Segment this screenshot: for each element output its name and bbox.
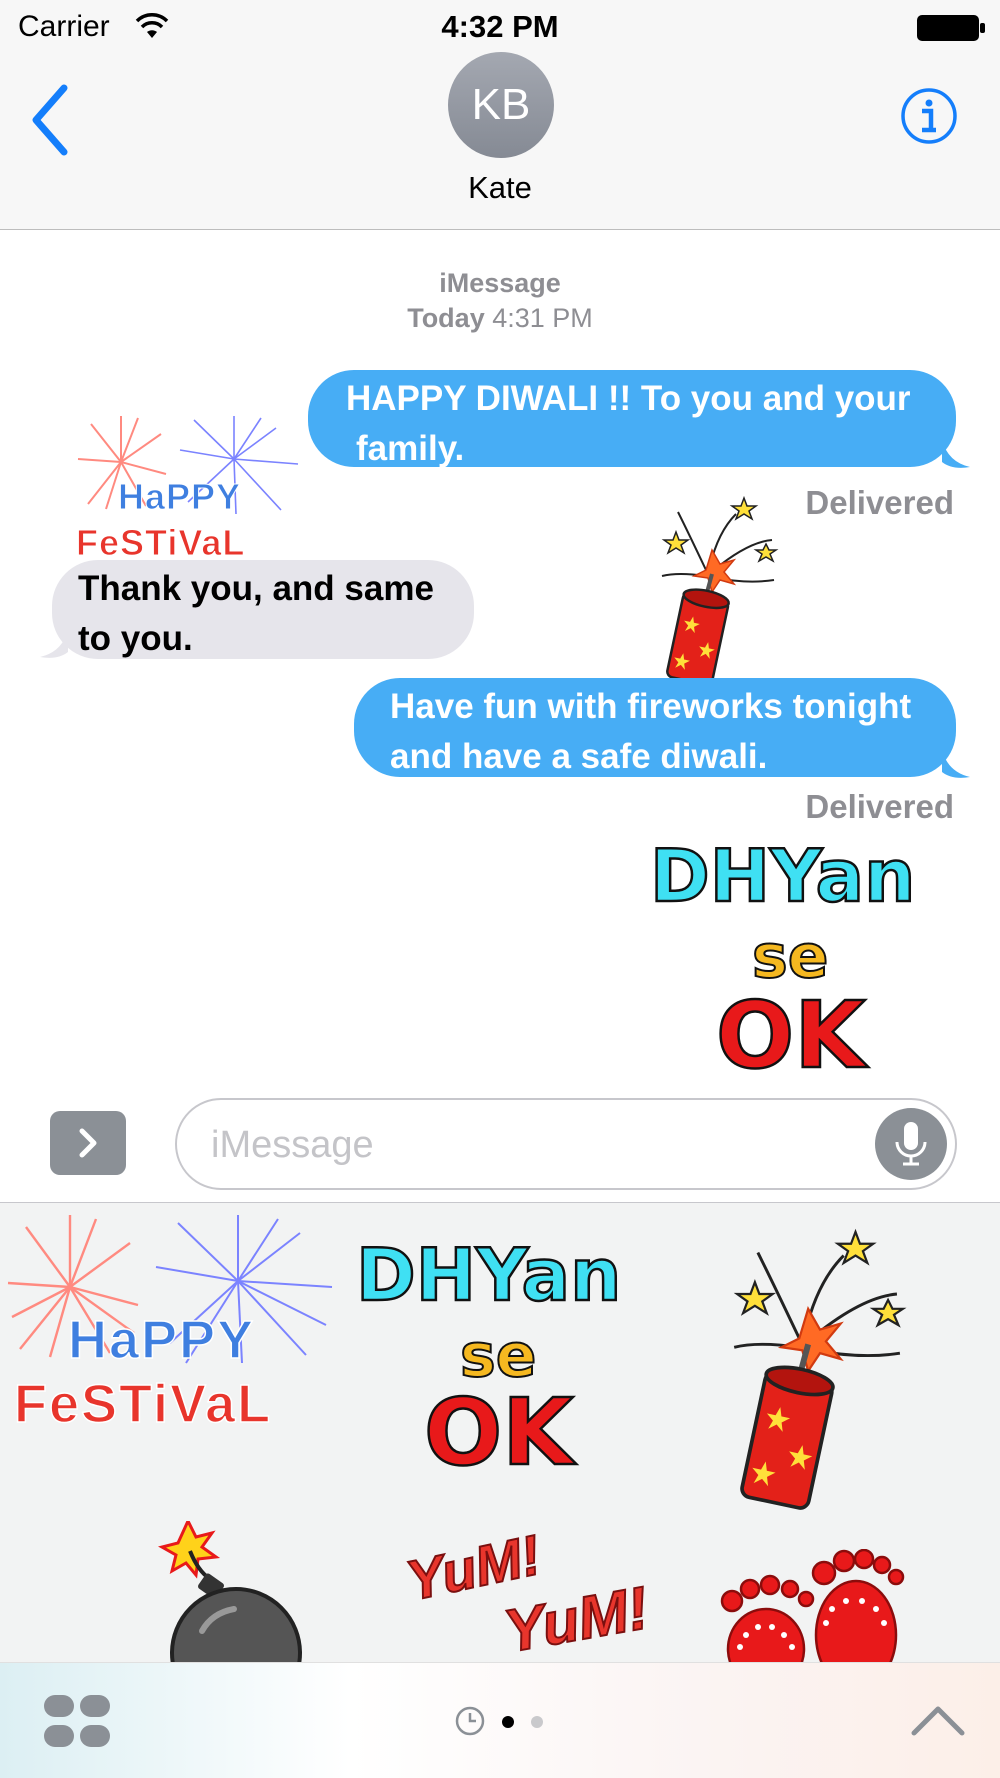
page-indicator-dot-active[interactable]	[502, 1716, 514, 1728]
microphone-icon	[895, 1122, 927, 1166]
thread-timestamp: iMessage Today 4:31 PM	[0, 266, 1000, 336]
sticker-footprints[interactable]	[714, 1549, 914, 1662]
sticker-text: HaPPY	[117, 476, 242, 518]
sticker-firecracker[interactable]	[648, 492, 792, 688]
sticker-text: HaPPY	[67, 1309, 256, 1371]
message-text: HAPPY DIWALI !! To you and your	[346, 379, 911, 418]
battery-icon	[917, 15, 985, 41]
expand-chevron-icon[interactable]	[910, 1703, 966, 1739]
back-chevron-icon[interactable]	[26, 82, 76, 162]
recents-clock-icon[interactable]	[454, 1705, 486, 1737]
message-input[interactable]: iMessage	[175, 1098, 957, 1190]
bubble-tail	[942, 750, 970, 778]
sticker-text: DHYan	[649, 833, 917, 920]
status-time: 4:32 PM	[441, 9, 559, 44]
bubble-tail	[942, 440, 970, 468]
sticker-drawer: HaPPY FeSTiVaL DHYan se OK YuM! YuM!	[0, 1202, 1000, 1662]
bubble-tail	[40, 630, 68, 658]
message-text: family.	[356, 429, 465, 468]
conversation-header: KB Kate	[0, 52, 1000, 230]
app-drawer-chevron-icon	[79, 1128, 97, 1158]
sticker-firecracker[interactable]	[710, 1223, 930, 1513]
message-text: Thank you, and same	[78, 569, 434, 608]
sticker-dhyan-se-ok[interactable]: DHYan se OK	[355, 1232, 646, 1488]
microphone-button[interactable]	[875, 1108, 947, 1180]
sticker-text: DHYan	[355, 1232, 623, 1319]
page-indicator-dot[interactable]	[531, 1716, 543, 1728]
app-drawer-toggle-button[interactable]	[50, 1111, 126, 1175]
date-label: Today	[407, 303, 485, 333]
sticker-yum-yum[interactable]: YuM! YuM!	[400, 1522, 654, 1662]
sticker-happy-festival[interactable]: HaPPY FeSTiVaL	[6, 1213, 336, 1443]
message-bubble-outgoing[interactable]: Have fun with fireworks tonight and have…	[354, 678, 956, 777]
sticker-dhyan-se-ok[interactable]: DHYan se OK	[646, 833, 922, 1091]
info-icon[interactable]	[900, 87, 958, 145]
time-label: 4:31 PM	[492, 303, 593, 333]
delivered-status: Delivered	[805, 484, 954, 521]
sticker-text: OK	[423, 1378, 575, 1488]
sticker-text: OK	[715, 981, 867, 1091]
service-label: iMessage	[439, 268, 561, 298]
message-bubble-outgoing[interactable]: HAPPY DIWALI !! To you and your family.	[308, 370, 956, 468]
contact-name[interactable]: Kate	[0, 170, 1000, 206]
contact-avatar[interactable]: KB	[448, 52, 554, 158]
app-grid-icon[interactable]	[42, 1693, 112, 1749]
sticker-text: FeSTiVaL	[75, 522, 246, 564]
sticker-happy-festival[interactable]: HaPPY FeSTiVaL	[75, 414, 302, 570]
message-text: Have fun with fireworks tonight	[390, 687, 912, 726]
status-bar: Carrier 4:32 PM	[0, 0, 1000, 52]
sticker-bomb[interactable]	[140, 1521, 310, 1662]
sticker-text: FeSTiVaL	[13, 1373, 273, 1435]
delivered-status: Delivered	[805, 788, 954, 825]
app-strip	[0, 1662, 1000, 1778]
message-bubble-incoming[interactable]: Thank you, and same to you.	[52, 560, 474, 659]
message-text: to you.	[78, 619, 193, 658]
message-input-placeholder: iMessage	[211, 1124, 374, 1166]
message-text: and have a safe diwali.	[390, 737, 768, 776]
